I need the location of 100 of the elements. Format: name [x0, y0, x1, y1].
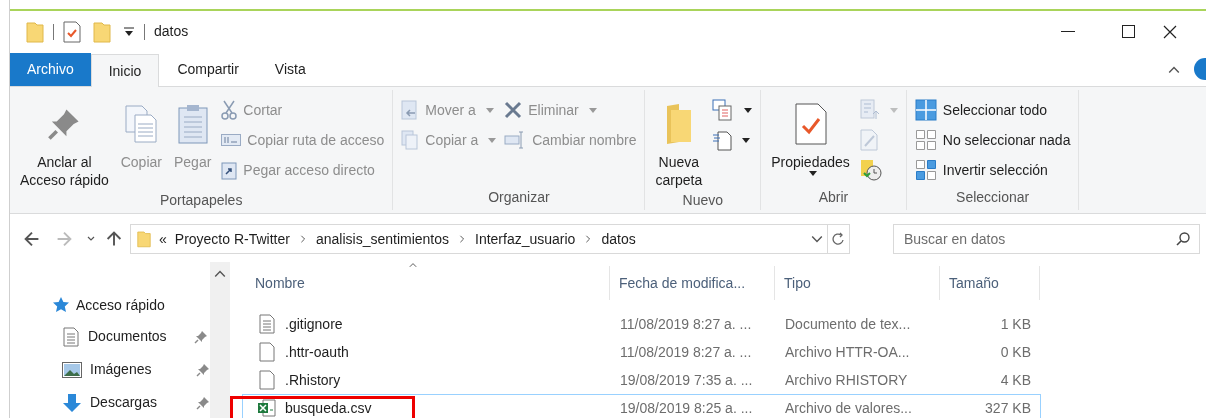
ribbon-button[interactable]: Seleccionar todo: [912, 97, 1073, 123]
table-cell-text: Archivo HTTR-OA...: [784, 342, 911, 362]
overflow-mark[interactable]: «: [159, 228, 167, 250]
file-row[interactable]: .httr-oauth 11/08/2019 8:27 a. ... Archivo HTTR-OA... 0 KB: [242, 338, 1041, 366]
ribbon-button[interactable]: Invertir selección: [912, 157, 1073, 183]
pin-icon: [194, 329, 208, 344]
breadcrumb[interactable]: Proyecto R-Twitter: [174, 228, 290, 250]
sidebar-item[interactable]: Imágenes: [90, 359, 188, 380]
folder-icon: [26, 20, 44, 43]
dropdown-icon: [811, 233, 823, 245]
chevron-icon: [584, 235, 593, 243]
group-label: Portapapeles: [158, 191, 244, 210]
select-all-icon: [914, 99, 937, 121]
search-icon: [1176, 232, 1190, 246]
chevron-icon: [298, 235, 307, 243]
open-list-icon: [859, 99, 880, 121]
sort-ascending-icon: [407, 262, 419, 270]
history-icon: [859, 159, 882, 181]
sidebar-item[interactable]: Acceso rápido: [76, 294, 165, 316]
file-name: .httr-oauth: [285, 342, 349, 362]
file-name: .gitignore: [285, 314, 343, 334]
delete-icon: [504, 101, 523, 119]
scissors-icon: [221, 100, 238, 120]
group-label: Abrir: [817, 188, 850, 207]
easy-access-icon: [712, 129, 733, 151]
file-name: busqueda.csv: [285, 398, 372, 418]
caret-icon: [588, 107, 597, 113]
table-cell-text: 11/08/2019 8:27 a. ...: [619, 342, 753, 362]
file-row[interactable]: .gitignore 11/08/2019 8:27 a. ... Documento de tex... 1 KB: [242, 310, 1041, 338]
collapse-ribbon-icon: [1168, 64, 1180, 76]
breadcrumb[interactable]: datos: [601, 228, 636, 250]
caret-icon: [889, 107, 898, 113]
table-cell-text: 11/08/2019 8:27 a. ...: [619, 314, 753, 334]
column-header[interactable]: Tipo: [784, 272, 811, 294]
search-field[interactable]: Buscar en datos: [893, 224, 1200, 254]
properties-icon[interactable]: [63, 20, 81, 43]
path-icon: [221, 134, 242, 146]
table-cell-text: 1 KB: [999, 314, 1031, 334]
table-cell-text: Documento de tex...: [784, 314, 912, 334]
clipboard-icon: [175, 103, 210, 145]
caret-icon: [744, 107, 753, 113]
new-folder-icon: [93, 20, 111, 43]
breadcrumb[interactable]: Interfaz_usuario: [475, 228, 576, 250]
caret-icon: [808, 171, 817, 176]
group-label: Nuevo: [681, 191, 725, 210]
ribbon-tab[interactable]: Vista: [256, 53, 324, 86]
pin-icon: [196, 395, 210, 410]
scroll-up-icon: [214, 268, 226, 280]
file-icon: [259, 342, 275, 362]
file-row[interactable]: busqueda.csv 19/08/2019 8:25 a. ... Archivo de valores... 327 KB: [242, 394, 1041, 418]
shortcut-icon: [221, 160, 238, 180]
forward-icon[interactable]: [56, 231, 72, 247]
caret-icon: [485, 107, 494, 113]
select-none-icon: [914, 129, 937, 151]
text-file-icon: [259, 314, 275, 334]
back-icon: [24, 231, 40, 247]
column-header[interactable]: Nombre: [255, 272, 305, 294]
customize-toolbar-icon[interactable]: [123, 26, 135, 37]
column-header[interactable]: Fecha de modifica...: [619, 272, 746, 294]
address-bar[interactable]: « Proyecto R-Twitter analisis_sentimientos Interfaz_usuario datos: [130, 224, 850, 254]
ribbon-tab[interactable]: Inicio: [90, 54, 160, 87]
download-icon: [62, 392, 82, 413]
table-cell-text: 0 KB: [999, 342, 1031, 362]
pin-icon: [47, 107, 82, 141]
table-cell-text: Archivo de valores...: [784, 398, 913, 418]
column-header[interactable]: Tamaño: [949, 272, 999, 294]
table-cell-text: 4 KB: [999, 370, 1031, 390]
documents-icon: [62, 326, 80, 347]
file-name: .Rhistory: [285, 370, 341, 390]
refresh-icon[interactable]: [832, 232, 845, 246]
ribbon-button[interactable]: Propiedades: [767, 93, 854, 176]
edit-icon: [859, 129, 878, 151]
ribbon-button[interactable]: Anclar al Acceso rápido: [16, 93, 113, 189]
caret-icon: [488, 137, 497, 143]
properties-icon: [793, 102, 828, 146]
breadcrumb[interactable]: analisis_sentimientos: [315, 228, 449, 250]
ribbon-button[interactable]: No seleccionar nada: [912, 127, 1073, 153]
ribbon-tab[interactable]: Archivo: [10, 53, 91, 86]
window-title: datos: [154, 22, 189, 41]
table-cell-text: Archivo RHISTORY: [784, 370, 909, 390]
copy-icon: [123, 104, 160, 144]
ribbon-button[interactable]: Nueva carpeta: [651, 93, 707, 189]
up-icon: [106, 231, 122, 247]
table-cell-text: 19/08/2019 8:25 a. ...: [619, 398, 754, 418]
sidebar-item[interactable]: Descargas: [90, 392, 188, 413]
file-row[interactable]: .Rhistory 19/08/2019 7:35 a. ... Archivo RHISTORY 4 KB: [242, 366, 1041, 394]
ribbon-tab[interactable]: Compartir: [159, 53, 257, 86]
file-icon: [259, 370, 275, 390]
close-icon: [1163, 24, 1177, 39]
ribbon-button[interactable]: [710, 97, 755, 123]
pictures-icon: [62, 361, 82, 378]
pin-icon: [196, 362, 210, 377]
group-label: Seleccionar: [955, 188, 1031, 207]
caret-icon: [742, 137, 751, 143]
copy-icon: [401, 130, 420, 150]
table-cell-text: 327 KB: [984, 398, 1031, 418]
sidebar-item[interactable]: Documentos: [88, 326, 186, 347]
move-icon: [401, 100, 420, 120]
scrollbar[interactable]: [210, 262, 230, 418]
new-item-icon: [712, 99, 735, 121]
